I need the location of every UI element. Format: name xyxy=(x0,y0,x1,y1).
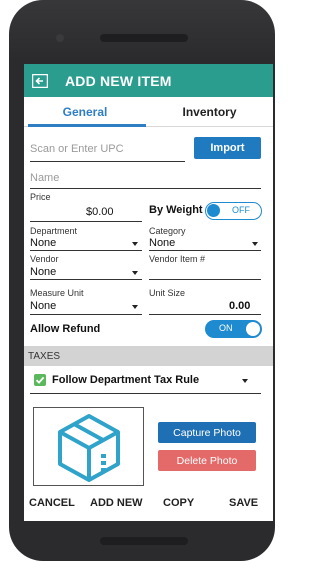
screen: ADD NEW ITEM General Inventory Scan or E… xyxy=(24,64,273,521)
allow-refund-toggle[interactable]: ON xyxy=(205,320,262,338)
tax-rule-checkbox[interactable] xyxy=(34,374,46,386)
tax-rule-underline xyxy=(30,393,261,394)
cancel-button[interactable]: CANCEL xyxy=(29,497,75,509)
price-label: Price xyxy=(30,192,51,202)
upc-input[interactable]: Scan or Enter UPC xyxy=(30,143,124,155)
taxes-header: TAXES xyxy=(24,346,273,366)
action-bar: CANCEL ADD NEW COPY SAVE xyxy=(24,487,273,521)
package-box-icon xyxy=(58,414,120,482)
unit-size-underline xyxy=(149,314,261,315)
measure-unit-select[interactable]: None xyxy=(30,300,56,312)
unit-size-label: Unit Size xyxy=(149,288,186,298)
category-underline xyxy=(149,250,261,251)
add-new-button[interactable]: ADD NEW xyxy=(90,497,143,509)
by-weight-toggle[interactable]: OFF xyxy=(205,202,262,220)
back-arrow-box-icon[interactable] xyxy=(32,73,48,88)
tax-rule-select[interactable]: Follow Department Tax Rule xyxy=(52,374,199,386)
allow-refund-label: Allow Refund xyxy=(30,323,101,335)
top-speaker xyxy=(100,34,188,42)
copy-button[interactable]: COPY xyxy=(163,497,194,509)
chevron-down-icon xyxy=(132,242,138,246)
toggle-state: ON xyxy=(219,323,233,333)
toggle-knob xyxy=(246,322,260,336)
department-underline xyxy=(30,250,142,251)
chevron-down-icon xyxy=(132,305,138,309)
measure-unit-underline xyxy=(30,314,142,315)
tab-general[interactable]: General xyxy=(24,97,146,127)
app-bar: ADD NEW ITEM xyxy=(24,64,273,97)
phone-sheen xyxy=(9,0,275,60)
price-underline xyxy=(30,221,142,222)
unit-size-input[interactable]: 0.00 xyxy=(229,300,250,312)
vendor-select[interactable]: None xyxy=(30,266,56,278)
measure-unit-label: Measure Unit xyxy=(30,288,84,298)
toggle-knob xyxy=(207,204,220,217)
tab-inventory[interactable]: Inventory xyxy=(146,97,273,127)
save-button[interactable]: SAVE xyxy=(229,497,258,509)
item-photo xyxy=(33,407,144,486)
by-weight-label: By Weight xyxy=(149,204,203,216)
price-input[interactable]: $0.00 xyxy=(86,206,114,218)
chevron-down-icon xyxy=(252,242,258,246)
upc-underline xyxy=(30,161,185,162)
import-button[interactable]: Import xyxy=(194,137,261,159)
vendor-item-label: Vendor Item # xyxy=(149,254,206,264)
capture-photo-button[interactable]: Capture Photo xyxy=(158,422,256,443)
page-title: ADD NEW ITEM xyxy=(65,72,172,89)
vendor-label: Vendor xyxy=(30,254,59,264)
tab-active-indicator xyxy=(28,124,146,127)
vendor-item-underline xyxy=(149,279,261,280)
name-underline xyxy=(30,188,261,189)
chevron-down-icon xyxy=(132,271,138,275)
tab-bar: General Inventory xyxy=(24,97,273,127)
chevron-down-icon xyxy=(242,379,248,383)
delete-photo-button[interactable]: Delete Photo xyxy=(158,450,256,471)
name-input[interactable]: Name xyxy=(30,172,59,184)
category-label: Category xyxy=(149,226,186,236)
check-icon xyxy=(35,376,45,384)
front-camera xyxy=(56,34,64,42)
category-select[interactable]: None xyxy=(149,237,175,249)
toggle-state: OFF xyxy=(232,205,250,215)
department-select[interactable]: None xyxy=(30,237,56,249)
department-label: Department xyxy=(30,226,78,236)
bottom-speaker xyxy=(100,537,188,545)
vendor-underline xyxy=(30,279,142,280)
